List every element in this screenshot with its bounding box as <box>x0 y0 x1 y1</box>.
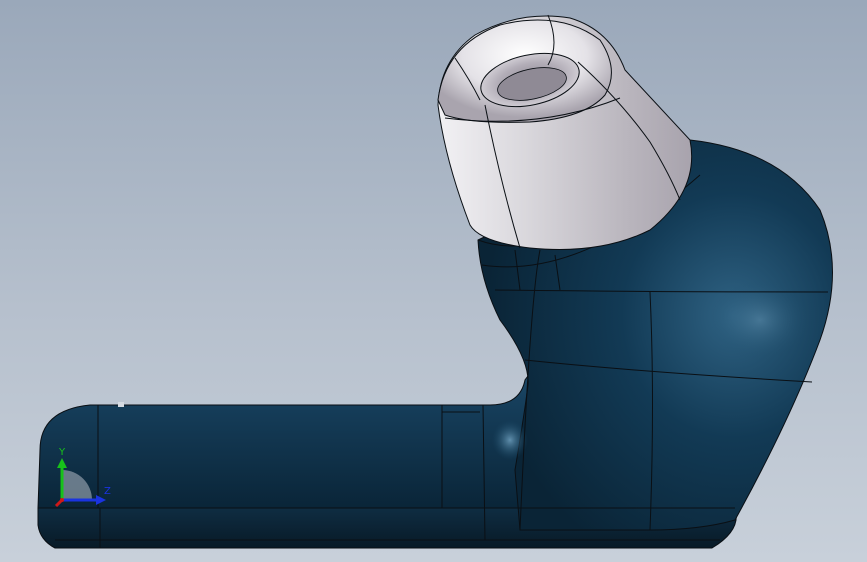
y-axis-label: Y <box>58 447 66 458</box>
triad-origin <box>60 498 64 502</box>
graphics-viewport[interactable]: Y Z <box>0 0 867 562</box>
stem-notch <box>118 402 124 407</box>
3d-model-canvas[interactable]: Y Z <box>0 0 867 562</box>
z-axis-label: Z <box>104 486 111 497</box>
elbow-highlight <box>492 420 528 460</box>
